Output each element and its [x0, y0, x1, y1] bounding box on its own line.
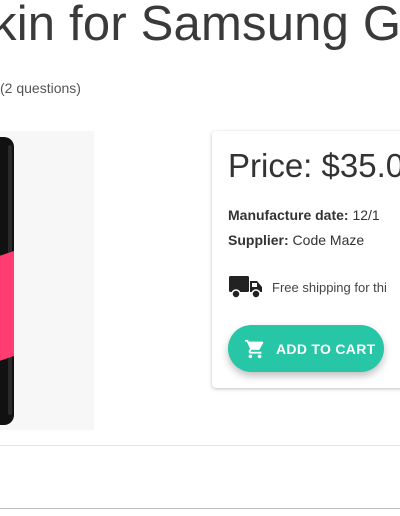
supplier-label: Supplier:	[228, 232, 289, 248]
add-to-cart-label: ADD TO CART	[276, 340, 376, 357]
product-title: kin for Samsung Ga	[0, 0, 400, 51]
shipping-info: Free shipping for thi	[228, 274, 387, 300]
questions-count-link[interactable]: (2 questions)	[0, 80, 81, 96]
price-label: Price: $35.0	[228, 147, 400, 184]
bottom-divider	[0, 508, 400, 509]
section-divider	[0, 445, 400, 446]
supplier-row: Supplier: Code Maze	[228, 232, 364, 248]
shipping-text: Free shipping for thi	[272, 279, 387, 295]
truck-icon	[229, 276, 262, 299]
manufacture-date-row: Manufacture date: 12/1	[228, 207, 380, 223]
phone-pink-accent	[0, 251, 14, 361]
cart-icon	[244, 339, 264, 358]
manufacture-date-label: Manufacture date:	[228, 207, 349, 223]
price-card: Price: $35.0 Manufacture date: 12/1 Supp…	[212, 131, 400, 388]
add-to-cart-button[interactable]: ADD TO CART	[228, 325, 384, 372]
manufacture-date-value: 12/1	[348, 207, 380, 223]
phone-edge-lower	[8, 359, 12, 415]
product-page: kin for Samsung Ga (2 questions) Price: …	[0, 0, 400, 516]
product-image-panel	[0, 131, 94, 430]
phone-skin-image	[0, 137, 14, 425]
supplier-value: Code Maze	[288, 232, 365, 248]
